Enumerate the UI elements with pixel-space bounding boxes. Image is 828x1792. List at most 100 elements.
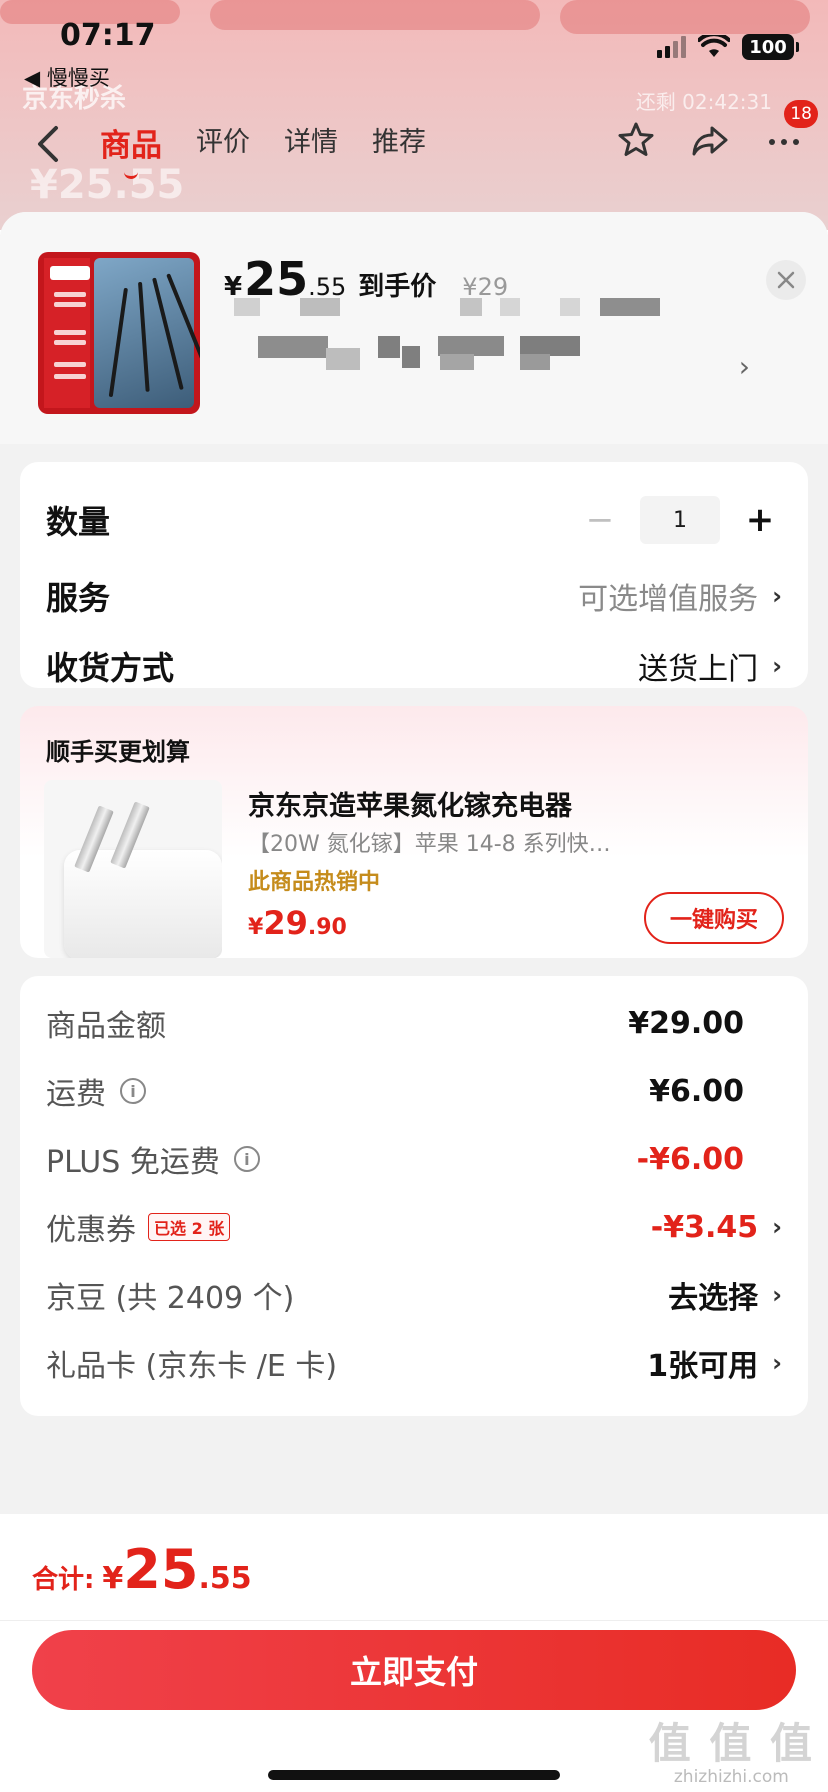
close-icon xyxy=(777,271,795,289)
watermark-logo: 值 值 值 xyxy=(648,1719,814,1768)
final-price-label: 到手价 xyxy=(358,272,437,302)
site-watermark: 值 值 值 zhizhizhi.com xyxy=(649,1710,814,1787)
goods-amount-value: ¥29.00 xyxy=(628,1005,744,1041)
upsell-price-decimal: .90 xyxy=(307,915,347,940)
nav-actions: 18 xyxy=(616,100,818,160)
total-symbol: ¥ xyxy=(102,1561,124,1596)
goods-amount-row: 商品金额 ¥29.00 xyxy=(46,998,782,1048)
background-page: 京东秒杀 还剩 02:42:31 ¥25.55 07:17 ◀ 慢慢买 100 … xyxy=(0,0,828,230)
chevron-right-icon: › xyxy=(772,652,782,680)
wifi-icon xyxy=(698,35,730,57)
gift-card-value-text: 1张可用 xyxy=(647,1349,759,1384)
spec-chevron-right-icon[interactable]: › xyxy=(739,350,750,383)
shipping-value: ¥6.00 xyxy=(649,1073,744,1109)
plus-free-shipping-label: PLUS 免运费 xyxy=(46,1145,220,1180)
options-card: 数量 − 1 + 服务 可选增值服务 › 收货方式 送货上门 › xyxy=(20,462,808,688)
one-click-buy-button[interactable]: 一键购买 xyxy=(644,892,784,944)
battery-icon: 100 xyxy=(742,34,799,60)
total-label: 合计: xyxy=(32,1565,95,1595)
coupon-row[interactable]: 优惠券 已选 2 张 -¥3.45 › xyxy=(46,1202,782,1252)
pay-now-button[interactable]: 立即支付 xyxy=(32,1630,796,1710)
chevron-right-icon: › xyxy=(772,1349,782,1377)
upsell-price-integer: 29 xyxy=(263,904,308,942)
gift-card-value: 1张可用 › xyxy=(647,1341,782,1385)
shipping-label: 运费 xyxy=(46,1077,106,1112)
thumb-packaging xyxy=(44,258,90,408)
upsell-price: ¥ 29 .90 xyxy=(248,904,347,942)
service-label: 服务 xyxy=(46,579,111,617)
upsell-price-symbol: ¥ xyxy=(248,915,264,940)
jd-beans-label: 京豆 (共 2409 个) xyxy=(46,1281,295,1316)
status-icons: 100 xyxy=(657,34,799,60)
quantity-row: 数量 − 1 + xyxy=(46,492,782,548)
upsell-title: 顺手买更划算 xyxy=(46,738,190,766)
plus-label-group: PLUS 免运费 i xyxy=(46,1137,260,1181)
quantity-decrease-button[interactable]: − xyxy=(578,500,622,540)
product-thumbnail[interactable] xyxy=(38,252,200,414)
chevron-right-icon: › xyxy=(772,1281,782,1309)
shipping-label-group: 运费 i xyxy=(46,1069,146,1113)
order-total: 合计: ¥ 25 .55 xyxy=(32,1538,252,1601)
coupon-label-group: 优惠券 已选 2 张 xyxy=(46,1205,231,1249)
tab-goods[interactable]: 商品 xyxy=(100,120,162,165)
plus-free-shipping-row: PLUS 免运费 i -¥6.00 xyxy=(46,1134,782,1184)
shipping-row: 运费 i ¥6.00 xyxy=(46,1066,782,1116)
info-icon[interactable]: i xyxy=(233,1146,260,1172)
product-tabs: 商品 评价 详情 推荐 xyxy=(100,120,426,165)
cellular-signal-icon xyxy=(657,36,686,58)
quantity-input[interactable]: 1 xyxy=(640,496,720,544)
jd-beans-value-text: 去选择 xyxy=(668,1281,759,1316)
upsell-product-subtitle: 【20W 氮化镓】苹果 14-8 系列快… xyxy=(248,832,611,857)
chevron-right-icon: › xyxy=(772,582,782,610)
coupon-value: -¥3.45 › xyxy=(651,1210,782,1245)
upsell-hot-label: 此商品热销中 xyxy=(248,870,381,895)
delivery-label: 收货方式 xyxy=(46,649,175,687)
price-breakdown-card: 商品金额 ¥29.00 运费 i ¥6.00 PLUS 免运费 i -¥6.00… xyxy=(20,976,808,1416)
back-arrow-icon[interactable] xyxy=(34,124,62,164)
sheet-header: ¥ 25 .55 到手价 ¥29 › xyxy=(0,212,828,444)
delivery-row[interactable]: 收货方式 送货上门 › xyxy=(46,638,782,694)
upsell-card: 顺手买更划算 京东京造苹果氮化镓充电器 【20W 氮化镓】苹果 14-8 系列快… xyxy=(20,706,808,958)
quantity-increase-button[interactable]: + xyxy=(738,500,782,540)
quantity-label: 数量 xyxy=(46,503,111,541)
delivery-value-text: 送货上门 xyxy=(638,652,759,687)
original-price: ¥29 xyxy=(462,273,509,301)
divider xyxy=(0,1620,828,1621)
more-menu-icon[interactable]: 18 xyxy=(764,100,818,160)
share-icon[interactable] xyxy=(690,120,730,160)
coupon-value-text: -¥3.45 xyxy=(650,1209,759,1245)
price-decimal: .55 xyxy=(308,273,347,301)
thumb-cable-image xyxy=(94,258,200,408)
chevron-right-icon: › xyxy=(772,1213,782,1241)
gift-card-label: 礼品卡 (京东卡 /E 卡) xyxy=(46,1349,338,1384)
product-nav-bar: 商品 评价 详情 推荐 18 xyxy=(0,100,828,180)
total-integer: 25 xyxy=(123,1538,199,1601)
goods-amount-label: 商品金额 xyxy=(46,1009,166,1044)
status-time: 07:17 xyxy=(60,18,156,53)
jd-beans-row[interactable]: 京豆 (共 2409 个) 去选择 › xyxy=(46,1270,782,1320)
status-bar: 07:17 ◀ 慢慢买 100 xyxy=(0,0,828,100)
quantity-stepper: − 1 + xyxy=(578,496,782,544)
favorite-star-icon[interactable] xyxy=(616,120,656,160)
tab-recommend[interactable]: 推荐 xyxy=(372,120,426,165)
charger-product-image[interactable] xyxy=(44,780,222,958)
coupon-selected-badge: 已选 2 张 xyxy=(148,1213,231,1241)
message-count-badge: 18 xyxy=(784,100,818,128)
tab-details[interactable]: 详情 xyxy=(284,120,338,165)
service-value: 可选增值服务 › xyxy=(578,574,782,618)
plus-free-shipping-value: -¥6.00 xyxy=(636,1141,744,1177)
back-to-app-link[interactable]: ◀ 慢慢买 xyxy=(24,62,110,92)
coupon-label: 优惠券 xyxy=(46,1213,136,1248)
info-icon[interactable]: i xyxy=(120,1078,146,1104)
upsell-product-name[interactable]: 京东京造苹果氮化镓充电器 xyxy=(248,784,572,823)
gift-card-row[interactable]: 礼品卡 (京东卡 /E 卡) 1张可用 › xyxy=(46,1338,782,1388)
checkout-bar: 合计: ¥ 25 .55 立即支付 值 值 值 zhizhizhi.com xyxy=(0,1514,828,1792)
jd-beans-value: 去选择 › xyxy=(668,1273,782,1317)
tab-reviews[interactable]: 评价 xyxy=(196,120,250,165)
close-sheet-button[interactable] xyxy=(766,260,806,300)
delivery-value: 送货上门 › xyxy=(638,644,782,688)
service-value-text: 可选增值服务 xyxy=(578,582,759,617)
home-indicator[interactable] xyxy=(268,1770,560,1780)
service-row[interactable]: 服务 可选增值服务 › xyxy=(46,568,782,624)
total-decimal: .55 xyxy=(198,1561,252,1596)
